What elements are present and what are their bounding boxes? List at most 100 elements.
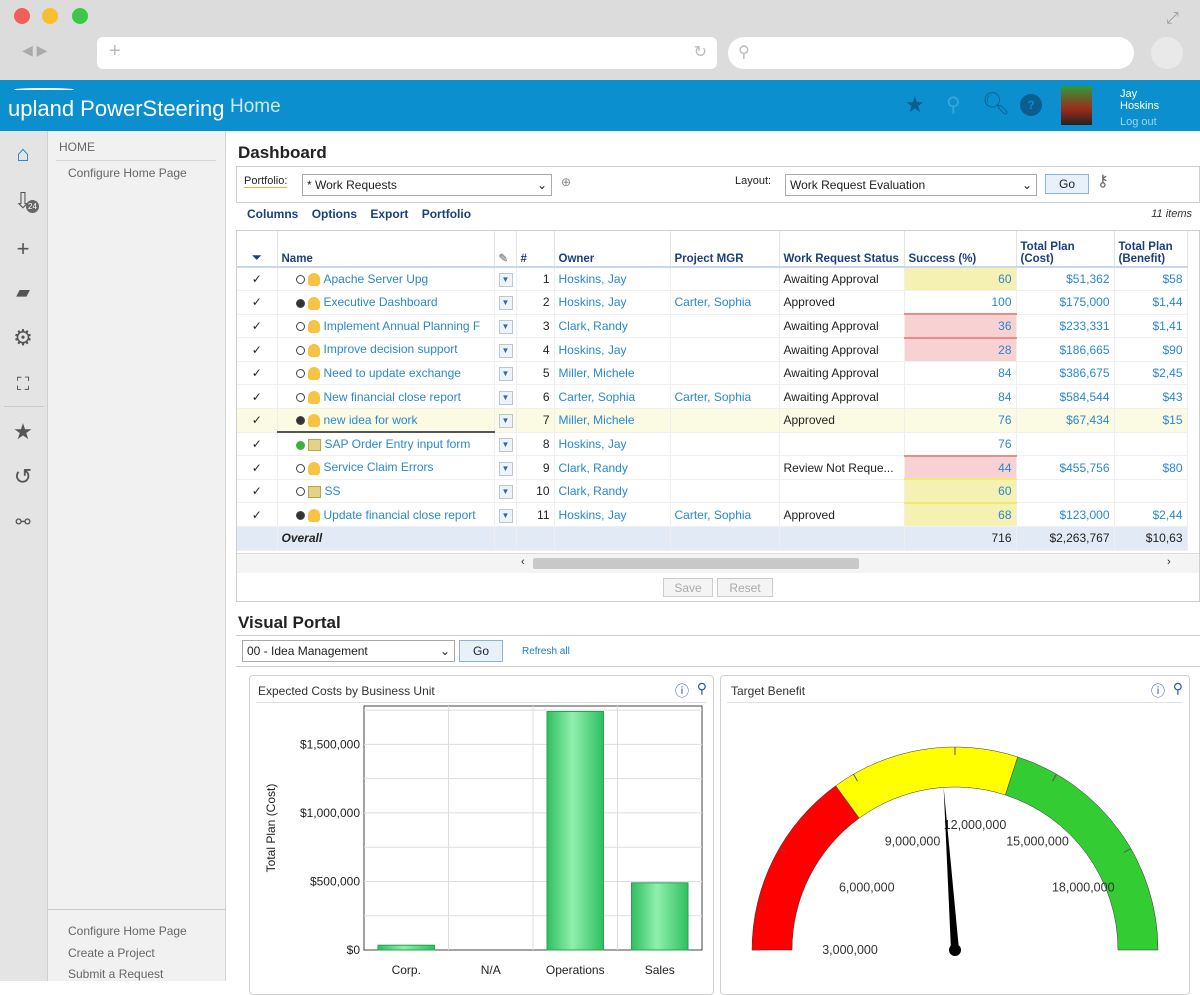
row-menu-button[interactable]: ▼	[494, 432, 517, 457]
col-success[interactable]: Success (%)	[904, 231, 1017, 268]
col-name[interactable]: Name	[277, 231, 495, 268]
item-name-link[interactable]: Executive Dashboard	[324, 295, 438, 309]
project-mgr-link[interactable]: Carter, Sophia	[670, 502, 780, 528]
table-row[interactable]: ✓ Need to update exchange ▼ 5 Miller, Michel…	[237, 361, 1188, 386]
owner-link[interactable]: Clark, Randy	[554, 314, 671, 339]
favorites-star-icon[interactable]: ★	[905, 92, 925, 118]
row-check[interactable]: ✓	[237, 479, 278, 504]
save-button[interactable]: Save	[663, 578, 713, 597]
table-row[interactable]: ✓ New financial close report ▼ 6 Carter, Sop…	[237, 384, 1188, 410]
columns-link[interactable]: Columns	[247, 207, 298, 221]
col-cost[interactable]: Total Plan (Cost)	[1016, 231, 1115, 268]
back-icon[interactable]: ◀ ▶	[22, 42, 47, 59]
owner-link[interactable]: Carter, Sophia	[554, 384, 671, 410]
row-check[interactable]: ✓	[237, 502, 278, 528]
table-row[interactable]: ✓ Improve decision support ▼ 4 Hoskins, Jay A…	[237, 336, 1188, 362]
row-menu-button[interactable]: ▼	[494, 290, 517, 315]
dropdown-icon[interactable]: ▼	[498, 414, 513, 429]
owner-link[interactable]: Clark, Randy	[554, 479, 671, 504]
project-mgr-link[interactable]	[670, 337, 780, 362]
row-check[interactable]: ✓	[237, 408, 278, 433]
layout-go-button[interactable]: Go	[1045, 174, 1089, 194]
key-icon[interactable]: ⚷	[1097, 171, 1109, 191]
row-check[interactable]: ✓	[237, 267, 278, 292]
project-mgr-link[interactable]: Carter, Sophia	[670, 290, 780, 315]
history-icon[interactable]: ↺	[8, 462, 38, 492]
owner-link[interactable]: Hoskins, Jay	[554, 502, 671, 528]
portfolio-select[interactable]: * Work Requests ⌄	[302, 174, 552, 196]
inbox-download-icon[interactable]: ⇩ 24	[8, 186, 39, 216]
scrollbar-thumb[interactable]	[533, 558, 859, 569]
owner-link[interactable]: Hoskins, Jay	[554, 267, 671, 292]
filter-icon[interactable]: ⏷	[237, 231, 278, 268]
dropdown-icon[interactable]: ▼	[498, 390, 513, 405]
row-menu-button[interactable]: ▼	[494, 337, 517, 362]
zoom-icon[interactable]: ⚲	[697, 680, 707, 697]
new-tab-icon[interactable]: +	[109, 40, 121, 63]
link-icon[interactable]: ⚯	[8, 507, 38, 537]
reload-icon[interactable]: ↻	[694, 42, 707, 62]
owner-link[interactable]: Hoskins, Jay	[554, 337, 671, 362]
fullscreen-icon[interactable]: ⤢	[1166, 10, 1179, 28]
dropdown-icon[interactable]: ▼	[498, 461, 513, 476]
table-row[interactable]: ✓ Apache Server Upg ▼ 1 Hoskins, Jay Awaiting…	[237, 266, 1188, 292]
help-icon[interactable]: ?	[1020, 94, 1042, 116]
row-menu-button[interactable]: ▼	[494, 314, 517, 339]
dropdown-icon[interactable]: ▼	[498, 367, 513, 382]
search-icon[interactable]: 🔍︎	[982, 91, 1010, 117]
item-name-link[interactable]: new idea for work	[324, 413, 418, 427]
item-name-link[interactable]: Apache Server Upg	[324, 272, 429, 286]
zoom-icon[interactable]: ⚲	[1173, 680, 1183, 697]
project-mgr-link[interactable]: Carter, Sophia	[670, 384, 780, 410]
project-mgr-link[interactable]	[670, 432, 780, 457]
refresh-all-link[interactable]: Refresh all	[522, 646, 570, 657]
project-mgr-link[interactable]	[670, 408, 780, 433]
gear-icon[interactable]: ⚙	[8, 323, 38, 353]
table-row[interactable]: ✓ Implement Annual Planning F ▼ 3 Clark, Ran…	[237, 313, 1188, 339]
item-name-link[interactable]: New financial close report	[324, 390, 461, 404]
sidebar-link-submit-request[interactable]: Submit a Request	[68, 967, 163, 981]
minimize-window-button[interactable]	[42, 8, 58, 24]
sidebar-link-configure[interactable]: Configure Home Page	[68, 924, 187, 938]
item-name-link[interactable]: Improve decision support	[324, 342, 458, 356]
row-menu-button[interactable]: ▼	[494, 408, 517, 433]
row-check[interactable]: ✓	[237, 361, 278, 386]
table-row[interactable]: ✓ SS ▼ 10 Clark, Randy 60	[237, 478, 1188, 504]
options-link[interactable]: Options	[312, 207, 357, 221]
owner-link[interactable]: Miller, Michele	[554, 408, 671, 433]
dropdown-icon[interactable]: ▼	[498, 437, 513, 452]
table-row[interactable]: ✓ new idea for work ▼ 7 Miller, Michele Appro…	[237, 408, 1188, 434]
info-icon[interactable]: ⓘ	[1151, 681, 1165, 701]
row-menu-button[interactable]: ▼	[494, 502, 517, 528]
dropdown-icon[interactable]: ▼	[498, 485, 513, 500]
item-name-link[interactable]: Update financial close report	[324, 508, 476, 522]
col-owner[interactable]: Owner	[554, 231, 671, 268]
plus-icon[interactable]: +	[8, 234, 38, 264]
dropdown-icon[interactable]: ▼	[498, 508, 513, 523]
table-row[interactable]: ✓ Service Claim Errors ▼ 9 Clark, Randy Revie…	[237, 454, 1188, 480]
address-bar[interactable]: + ↻	[97, 37, 717, 69]
dropdown-icon[interactable]: ▼	[498, 296, 513, 311]
row-menu-button[interactable]: ▼	[494, 384, 517, 410]
portal-select[interactable]: 00 - Idea Management ⌄	[242, 640, 455, 662]
star-icon[interactable]: ★	[8, 417, 38, 447]
row-menu-button[interactable]: ▼	[494, 361, 517, 386]
col-num[interactable]: #	[516, 231, 555, 268]
dropdown-icon[interactable]: ▼	[498, 319, 513, 334]
table-row[interactable]: ✓ SAP Order Entry input form ▼ 8 Hoskins, Ja…	[237, 432, 1188, 457]
row-check[interactable]: ✓	[237, 290, 278, 315]
owner-link[interactable]: Clark, Randy	[554, 455, 671, 480]
row-menu-button[interactable]: ▼	[494, 267, 517, 292]
sidebar-link-create-project[interactable]: Create a Project	[68, 946, 155, 960]
table-row[interactable]: ✓ Executive Dashboard ▼ 2 Hoskins, Jay Carter…	[237, 290, 1188, 315]
info-icon[interactable]: ⓘ	[675, 681, 689, 701]
project-mgr-link[interactable]	[670, 455, 780, 480]
layout-select[interactable]: Work Request Evaluation ⌄	[785, 174, 1037, 196]
scroll-left-icon[interactable]: ‹	[521, 556, 525, 568]
item-name-link[interactable]: SS	[325, 484, 341, 498]
maximize-window-button[interactable]	[72, 8, 88, 24]
col-project-mgr[interactable]: Project MGR	[670, 231, 780, 268]
dropdown-icon[interactable]: ▼	[498, 343, 513, 358]
project-mgr-link[interactable]	[670, 267, 780, 292]
chart-icon[interactable]: ⛶	[8, 369, 38, 399]
